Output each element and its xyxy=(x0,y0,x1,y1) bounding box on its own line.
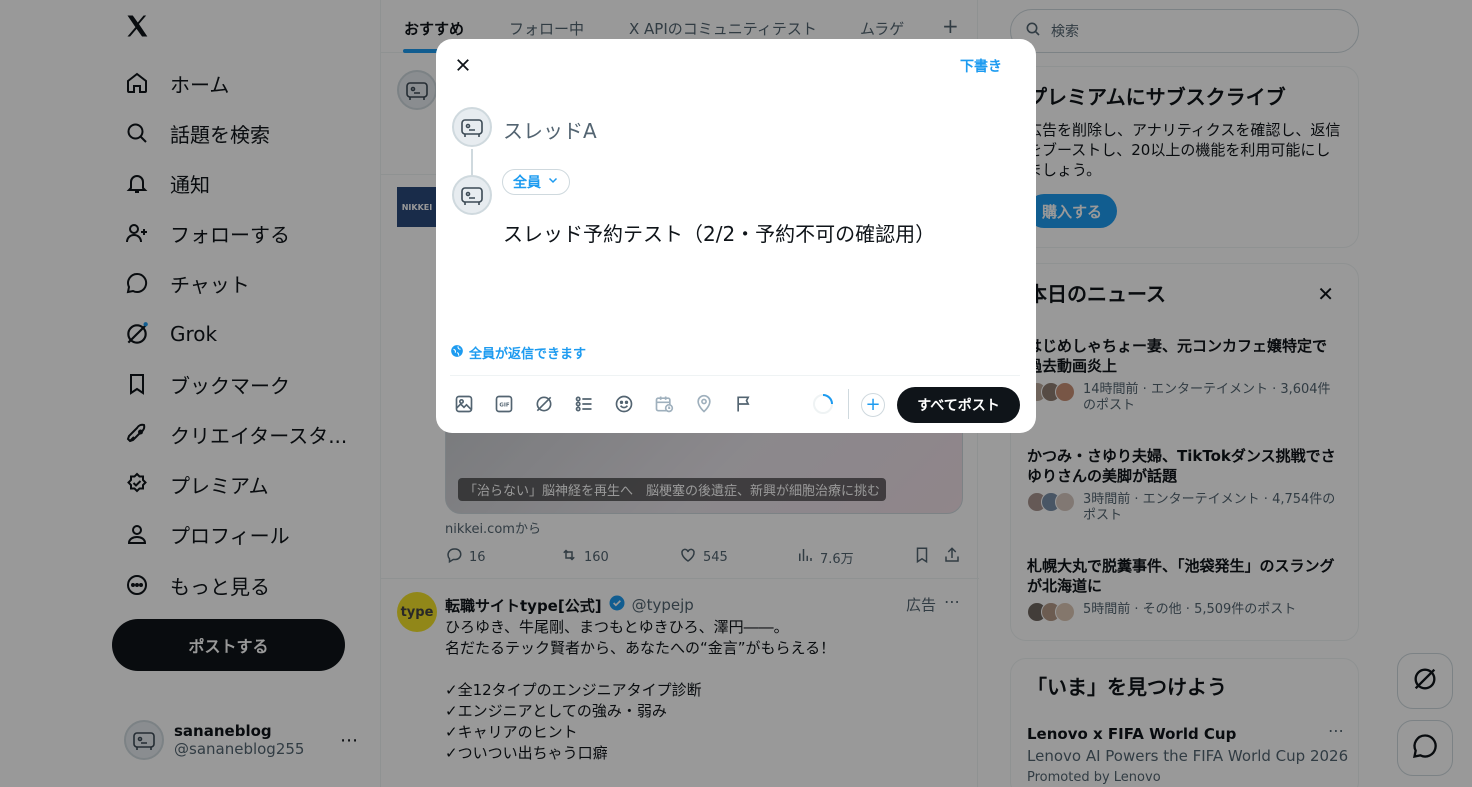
poll-icon[interactable] xyxy=(572,392,596,416)
flag-icon[interactable] xyxy=(732,392,756,416)
location-icon xyxy=(692,392,716,416)
avatar xyxy=(452,107,492,147)
compose-textarea[interactable]: スレッド予約テスト（2/2・予約不可の確認用） xyxy=(503,218,935,247)
close-icon[interactable] xyxy=(450,52,476,78)
post-all-button[interactable]: すべてポスト xyxy=(897,387,1020,423)
emoji-icon[interactable] xyxy=(612,392,636,416)
thread-connector xyxy=(471,149,473,175)
divider xyxy=(848,389,849,419)
media-icon[interactable] xyxy=(452,392,476,416)
add-post-button[interactable]: + xyxy=(861,393,885,417)
audience-selector[interactable]: 全員 xyxy=(502,169,570,195)
reply-settings[interactable]: 全員が返信できます xyxy=(450,343,586,362)
schedule-icon xyxy=(652,392,676,416)
character-progress-ring xyxy=(812,393,834,415)
gif-icon[interactable]: GIF xyxy=(492,392,516,416)
compose-modal: 下書き スレッドA 全員 スレッド予約テスト（2/2・予約不可の確認用） 全員が… xyxy=(436,39,1036,433)
grok-icon[interactable] xyxy=(532,392,556,416)
chevron-down-icon xyxy=(547,174,559,190)
compose-toolbar: GIF xyxy=(452,392,756,416)
drafts-button[interactable]: 下書き xyxy=(960,56,1002,76)
audience-label: 全員 xyxy=(513,175,541,191)
avatar xyxy=(452,175,492,215)
thread-post-preview[interactable]: スレッドA xyxy=(503,115,597,144)
divider xyxy=(450,375,1020,376)
reply-settings-label: 全員が返信できます xyxy=(469,347,587,362)
globe-icon xyxy=(450,344,464,362)
svg-text:GIF: GIF xyxy=(499,403,509,409)
